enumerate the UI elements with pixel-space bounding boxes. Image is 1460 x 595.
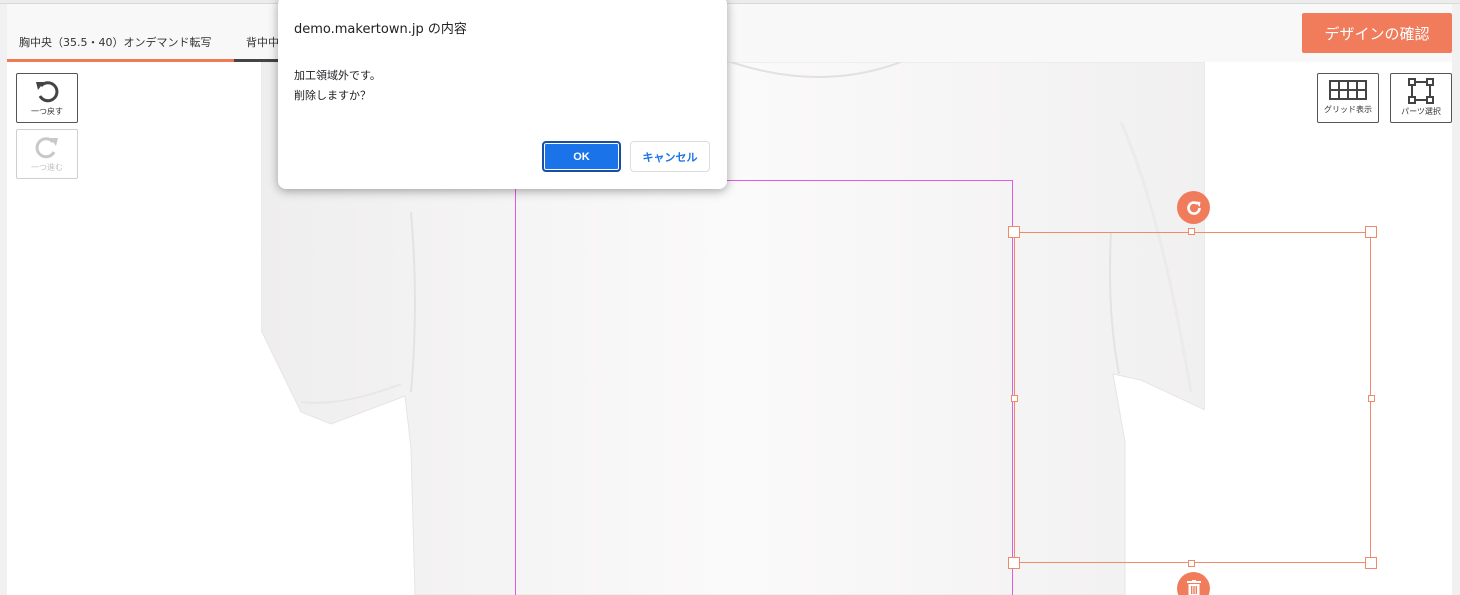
dialog-message-line-1: 加工領域外です。 [294, 69, 381, 82]
parts-select-label: パーツ選択 [1401, 107, 1441, 116]
redo-button[interactable]: 一つ進む [16, 129, 78, 179]
undo-icon [36, 81, 59, 103]
grid-toggle-label: グリッド表示 [1324, 105, 1372, 114]
design-editor: 胸中央（35.5・40）オンデマンド転写 背中中央 デザインの確認 一つ戻す 一… [0, 0, 1460, 595]
cancel-button[interactable]: キャンセル [630, 141, 710, 172]
resize-handle-right[interactable] [1368, 395, 1375, 402]
selection-box[interactable] [1014, 232, 1371, 563]
resize-handle-top-left[interactable] [1008, 226, 1020, 238]
dialog-title: demo.makertown.jp の内容 [294, 22, 467, 37]
resize-handle-bottom-left[interactable] [1008, 557, 1020, 569]
resize-handle-left[interactable] [1011, 395, 1018, 402]
grid-icon [1329, 80, 1367, 100]
resize-handle-top-right[interactable] [1365, 226, 1377, 238]
rotate-icon [1186, 200, 1201, 215]
dialog-message: 加工領域外です。 削除しますか？ [294, 66, 381, 106]
print-area-outline [515, 180, 1013, 595]
delete-handle[interactable] [1177, 572, 1210, 595]
tab-chest-center[interactable]: 胸中央（35.5・40）オンデマンド転写 [7, 22, 234, 62]
undo-label: 一つ戻す [31, 107, 63, 116]
resize-handle-bottom[interactable] [1188, 560, 1195, 567]
undo-button[interactable]: 一つ戻す [16, 73, 78, 123]
confirm-design-button[interactable]: デザインの確認 [1302, 13, 1452, 53]
dialog-message-line-2: 削除しますか？ [294, 89, 371, 102]
ok-button[interactable]: OK [542, 141, 621, 172]
trash-icon [1186, 580, 1201, 595]
resize-handle-bottom-right[interactable] [1365, 557, 1377, 569]
resize-handle-top[interactable] [1188, 228, 1195, 235]
redo-label: 一つ進む [31, 163, 63, 172]
confirm-dialog: demo.makertown.jp の内容 加工領域外です。 削除しますか？ O… [278, 0, 727, 189]
right-gutter [1452, 4, 1460, 595]
redo-icon [35, 137, 58, 159]
parts-select-icon [1408, 78, 1434, 104]
parts-select-button[interactable]: パーツ選択 [1390, 73, 1452, 123]
left-gutter [0, 4, 7, 595]
grid-toggle-button[interactable]: グリッド表示 [1317, 73, 1379, 123]
rotate-handle[interactable] [1177, 191, 1210, 224]
print-position-tabs: 胸中央（35.5・40）オンデマンド転写 背中中央 [7, 22, 294, 62]
